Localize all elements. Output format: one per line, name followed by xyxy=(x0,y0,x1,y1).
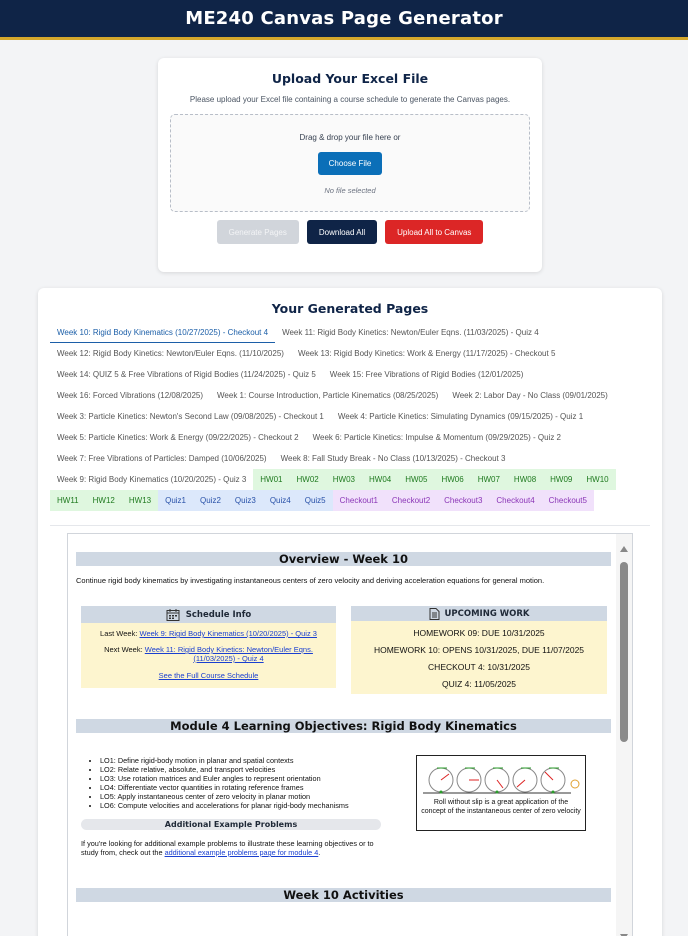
tab-week-13-rigid-body-kinetics-work-energy-[interactable]: Week 13: Rigid Body Kinetics: Work & Ene… xyxy=(291,343,562,364)
generated-pages-card: Your Generated Pages Week 10: Rigid Body… xyxy=(38,288,662,936)
tab-checkout5[interactable]: Checkout5 xyxy=(541,490,594,511)
overview-heading: Overview - Week 10 xyxy=(76,552,611,566)
tab-week-4-particle-kinetics-simulating-dyna[interactable]: Week 4: Particle Kinetics: Simulating Dy… xyxy=(331,406,590,427)
activities-heading: Week 10 Activities xyxy=(76,888,611,902)
upcoming-item: HOMEWORK 10: OPENS 10/31/2025, DUE 11/07… xyxy=(373,645,585,655)
tab-week-3-particle-kinetics-newton-s-second[interactable]: Week 3: Particle Kinetics: Newton's Seco… xyxy=(50,406,331,427)
vertical-scrollbar[interactable] xyxy=(616,534,632,936)
tab-checkout1[interactable]: Checkout1 xyxy=(332,490,385,511)
tab-week-14-quiz-5-free-vibrations-of-rigid-[interactable]: Week 14: QUIZ 5 & Free Vibrations of Rig… xyxy=(50,364,323,385)
tab-hw11[interactable]: HW11 xyxy=(50,490,86,511)
schedule-info-title: Schedule Info xyxy=(185,609,252,620)
dropzone-text: Drag & drop your file here or xyxy=(299,133,401,142)
overview-text: Continue rigid body kinematics by invest… xyxy=(76,576,545,585)
tab-week-9-rigid-body-kinematics-10-20-2025-[interactable]: Week 9: Rigid Body Kinematics (10/20/202… xyxy=(50,469,253,490)
objectives-list: LO1: Define rigid-body motion in planar … xyxy=(92,756,349,810)
tab-week-10-rigid-body-kinematics-10-27-2025[interactable]: Week 10: Rigid Body Kinematics (10/27/20… xyxy=(50,322,276,343)
additional-problems-heading: Additional Example Problems xyxy=(81,819,381,830)
tab-hw06[interactable]: HW06 xyxy=(434,469,471,490)
tab-quiz2[interactable]: Quiz2 xyxy=(193,490,228,511)
additional-problems-link[interactable]: additional example problems page for mod… xyxy=(165,848,319,857)
additional-problems-text: If you're looking for additional example… xyxy=(81,839,381,857)
figure-caption: Roll without slip is a great application… xyxy=(421,799,581,815)
tab-hw13[interactable]: HW13 xyxy=(121,490,159,511)
generated-heading: Your Generated Pages xyxy=(271,301,429,316)
last-week-label: Last Week: xyxy=(100,629,138,638)
calendar-icon xyxy=(166,608,180,621)
tab-week-15-free-vibrations-of-rigid-bodies-[interactable]: Week 15: Free Vibrations of Rigid Bodies… xyxy=(323,364,531,385)
next-week-link-cont[interactable]: (11/03/2025) - Quiz 4 xyxy=(193,654,263,663)
upload-to-canvas-button[interactable]: Upload All to Canvas xyxy=(385,220,484,244)
tab-hw07[interactable]: HW07 xyxy=(470,469,507,490)
tab-week-6-particle-kinetics-impulse-momentu[interactable]: Week 6: Particle Kinetics: Impulse & Mom… xyxy=(306,427,568,448)
next-week-label: Next Week: xyxy=(104,645,143,654)
tab-quiz5[interactable]: Quiz5 xyxy=(297,490,333,511)
objective-item: LO1: Define rigid-body motion in planar … xyxy=(100,756,349,765)
objective-item: LO6: Compute velocities and acceleration… xyxy=(100,801,349,810)
tab-week-8-fall-study-break-no-class-10-13-2[interactable]: Week 8: Fall Study Break - No Class (10/… xyxy=(274,448,513,469)
action-buttons: Generate Pages Download All Upload All t… xyxy=(158,220,542,244)
page-preview[interactable]: Overview - Week 10 Continue rigid body k… xyxy=(67,533,633,936)
tab-hw10[interactable]: HW10 xyxy=(579,469,616,490)
upcoming-item: QUIZ 4: 11/05/2025 xyxy=(441,679,517,689)
app-header: ME240 Canvas Page Generator xyxy=(0,0,688,40)
tab-quiz3[interactable]: Quiz3 xyxy=(227,490,263,511)
upcoming-work-header: UPCOMING WORK xyxy=(351,606,607,621)
schedule-info-box: Schedule Info Last Week: Week 9: Rigid B… xyxy=(81,606,336,688)
page-tabs: Week 10: Rigid Body Kinematics (10/27/20… xyxy=(50,322,650,511)
file-dropzone[interactable]: Drag & drop your file here or Choose Fil… xyxy=(170,114,530,212)
tab-week-5-particle-kinetics-work-energy-09-[interactable]: Week 5: Particle Kinetics: Work & Energy… xyxy=(50,427,306,448)
objective-item: LO4: Differentiate vector quantities in … xyxy=(100,783,349,792)
full-schedule-link[interactable]: See the Full Course Schedule xyxy=(159,671,259,680)
objective-item: LO5: Apply instantaneous center of zero … xyxy=(100,792,349,801)
upcoming-work-box: UPCOMING WORK HOMEWORK 09: DUE 10/31/202… xyxy=(351,606,607,694)
objective-item: LO2: Relate relative, absolute, and tran… xyxy=(100,765,349,774)
tab-week-1-course-introduction-particle-kine[interactable]: Week 1: Course Introduction, Particle Ki… xyxy=(210,385,445,406)
upload-card: Upload Your Excel File Please upload you… xyxy=(158,58,542,272)
tab-quiz4[interactable]: Quiz4 xyxy=(262,490,298,511)
schedule-info-header: Schedule Info xyxy=(81,606,336,623)
last-week-line: Last Week: Week 9: Rigid Body Kinematics… xyxy=(81,629,336,638)
tab-hw05[interactable]: HW05 xyxy=(398,469,435,490)
download-all-button[interactable]: Download All xyxy=(306,220,378,244)
tab-checkout2[interactable]: Checkout2 xyxy=(384,490,438,511)
rolling-wheel-illustration xyxy=(423,767,580,794)
upload-heading: Upload Your Excel File xyxy=(271,71,429,86)
generate-pages-button[interactable]: Generate Pages xyxy=(216,220,299,244)
tab-week-11-rigid-body-kinetics-newton-euler[interactable]: Week 11: Rigid Body Kinetics: Newton/Eul… xyxy=(275,322,546,343)
tab-checkout4[interactable]: Checkout4 xyxy=(489,490,542,511)
next-week-link[interactable]: Week 11: Rigid Body Kinetics: Newton/Eul… xyxy=(145,645,313,654)
tab-hw04[interactable]: HW04 xyxy=(361,469,399,490)
file-status: No file selected xyxy=(324,186,376,195)
vertical-scroll-thumb[interactable] xyxy=(620,562,628,742)
tab-week-7-free-vibrations-of-particles-damp[interactable]: Week 7: Free Vibrations of Particles: Da… xyxy=(50,448,274,469)
last-week-link[interactable]: Week 9: Rigid Body Kinematics (10/20/202… xyxy=(140,629,317,638)
tab-hw03[interactable]: HW03 xyxy=(325,469,362,490)
module-objectives-heading: Module 4 Learning Objectives: Rigid Body… xyxy=(76,719,611,733)
scroll-up-arrow-icon[interactable] xyxy=(620,546,628,552)
tab-week-16-forced-vibrations-12-08-2025[interactable]: Week 16: Forced Vibrations (12/08/2025) xyxy=(50,385,210,406)
tab-week-2-labor-day-no-class-09-01-2025[interactable]: Week 2: Labor Day - No Class (09/01/2025… xyxy=(445,385,614,406)
tabs-divider xyxy=(50,525,650,526)
tab-hw01[interactable]: HW01 xyxy=(253,469,290,490)
tab-hw12[interactable]: HW12 xyxy=(85,490,122,511)
tab-hw08[interactable]: HW08 xyxy=(506,469,544,490)
tab-hw02[interactable]: HW02 xyxy=(289,469,326,490)
upload-description: Please upload your Excel file containing… xyxy=(189,95,511,104)
choose-file-button[interactable]: Choose File xyxy=(317,152,383,175)
tab-checkout3[interactable]: Checkout3 xyxy=(437,490,490,511)
full-schedule-line: See the Full Course Schedule xyxy=(81,671,336,680)
app-title: ME240 Canvas Page Generator xyxy=(185,8,503,29)
tab-quiz1[interactable]: Quiz1 xyxy=(158,490,194,511)
document-icon xyxy=(429,607,439,620)
objective-item: LO3: Use rotation matrices and Euler ang… xyxy=(100,774,349,783)
roll-without-slip-figure: Roll without slip is a great application… xyxy=(416,755,586,831)
upcoming-item: HOMEWORK 09: DUE 10/31/2025 xyxy=(413,628,545,638)
upcoming-item: CHECKOUT 4: 10/31/2025 xyxy=(428,662,530,672)
tab-week-12-rigid-body-kinetics-newton-euler[interactable]: Week 12: Rigid Body Kinetics: Newton/Eul… xyxy=(50,343,291,364)
next-week-line: Next Week: Week 11: Rigid Body Kinetics:… xyxy=(81,645,336,663)
tab-hw09[interactable]: HW09 xyxy=(543,469,580,490)
upcoming-work-title: UPCOMING WORK xyxy=(444,608,530,619)
additional-text-end: . xyxy=(318,848,321,857)
